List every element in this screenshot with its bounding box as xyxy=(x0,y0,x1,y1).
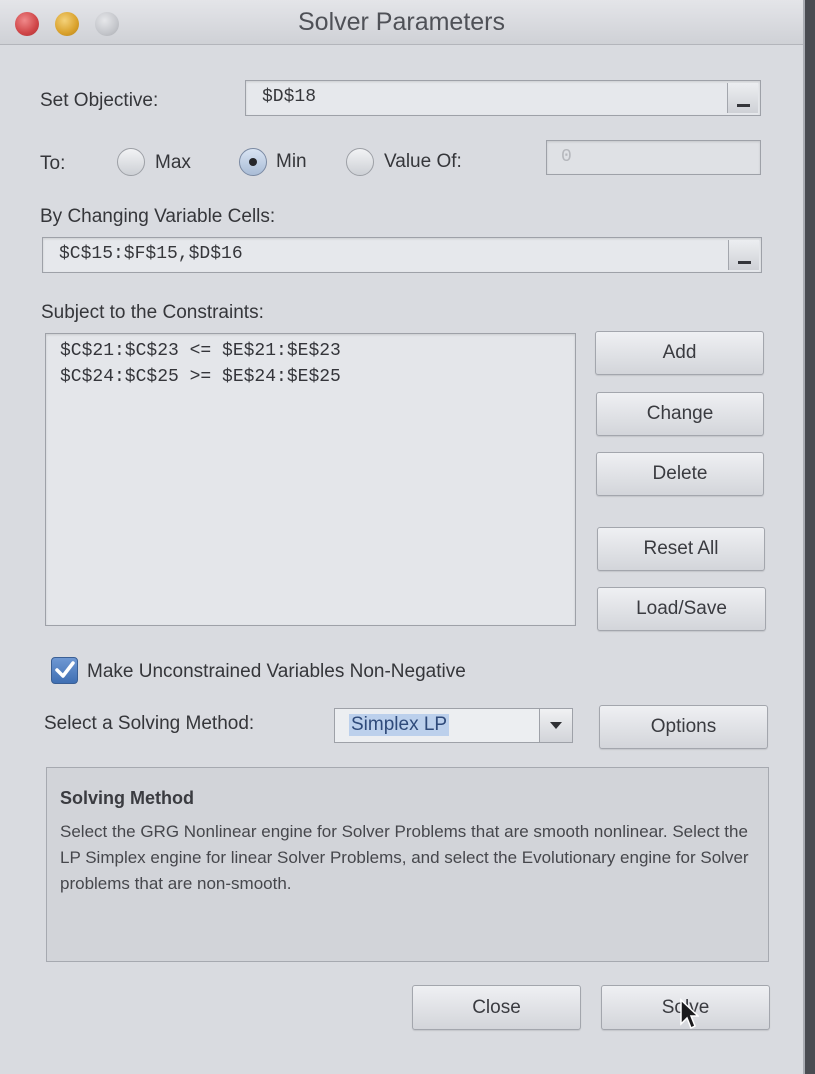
set-objective-value: $D$18 xyxy=(262,87,317,107)
value-of-label: Value Of: xyxy=(384,151,462,172)
max-radio[interactable] xyxy=(117,148,145,176)
chevron-down-icon[interactable] xyxy=(539,709,572,742)
min-label: Min xyxy=(276,151,307,172)
delete-constraint-button[interactable]: Delete xyxy=(596,452,764,496)
load-save-button[interactable]: Load/Save xyxy=(597,587,766,631)
nonnegative-checkbox[interactable] xyxy=(51,657,78,684)
set-objective-label: Set Objective: xyxy=(40,90,159,111)
window-title: Solver Parameters xyxy=(297,8,506,36)
list-item[interactable]: $C$21:$C$23 <= $E$21:$E$23 xyxy=(60,341,341,361)
title-bar: Solver Parameters xyxy=(0,0,803,45)
set-objective-field[interactable]: $D$18 xyxy=(245,80,761,116)
checkmark-icon xyxy=(55,661,75,678)
solving-method-label: Select a Solving Method: xyxy=(44,713,255,734)
add-constraint-button[interactable]: Add xyxy=(595,331,764,375)
solving-method-title: Solving Method xyxy=(60,788,194,808)
constraints-label: Subject to the Constraints: xyxy=(41,302,264,323)
radio-selected-dot xyxy=(249,158,257,166)
value-of-value: 0 xyxy=(561,147,572,167)
solving-method-select[interactable]: Simplex LP xyxy=(334,708,573,743)
changing-cells-range-picker-icon[interactable] xyxy=(728,240,759,270)
max-label: Max xyxy=(155,152,191,173)
value-of-field[interactable]: 0 xyxy=(546,140,761,175)
solving-method-value: Simplex LP xyxy=(349,714,450,736)
nonnegative-label: Make Unconstrained Variables Non-Negativ… xyxy=(87,661,466,682)
solving-method-text: Select the GRG Nonlinear engine for Solv… xyxy=(60,822,749,893)
mouse-pointer-icon xyxy=(680,998,699,1030)
close-button[interactable]: Close xyxy=(412,985,581,1030)
list-item[interactable]: $C$24:$C$25 >= $E$24:$E$25 xyxy=(60,367,341,387)
change-constraint-button[interactable]: Change xyxy=(596,392,764,436)
reset-all-button[interactable]: Reset All xyxy=(597,527,765,571)
changing-cells-field[interactable]: $C$15:$F$15,$D$16 xyxy=(42,237,762,273)
min-radio[interactable] xyxy=(239,148,267,176)
constraints-list[interactable]: $C$21:$C$23 <= $E$21:$E$23 $C$24:$C$25 >… xyxy=(45,333,576,626)
changing-cells-value: $C$15:$F$15,$D$16 xyxy=(59,244,243,264)
options-button[interactable]: Options xyxy=(599,705,768,749)
to-label: To: xyxy=(40,153,66,174)
objective-range-picker-icon[interactable] xyxy=(727,83,758,113)
changing-cells-label: By Changing Variable Cells: xyxy=(40,206,276,227)
value-of-radio[interactable] xyxy=(346,148,374,176)
solving-method-description: Solving Method Select the GRG Nonlinear … xyxy=(46,767,769,962)
solver-parameters-dialog: Solver Parameters Set Objective: $D$18 T… xyxy=(0,0,805,1074)
